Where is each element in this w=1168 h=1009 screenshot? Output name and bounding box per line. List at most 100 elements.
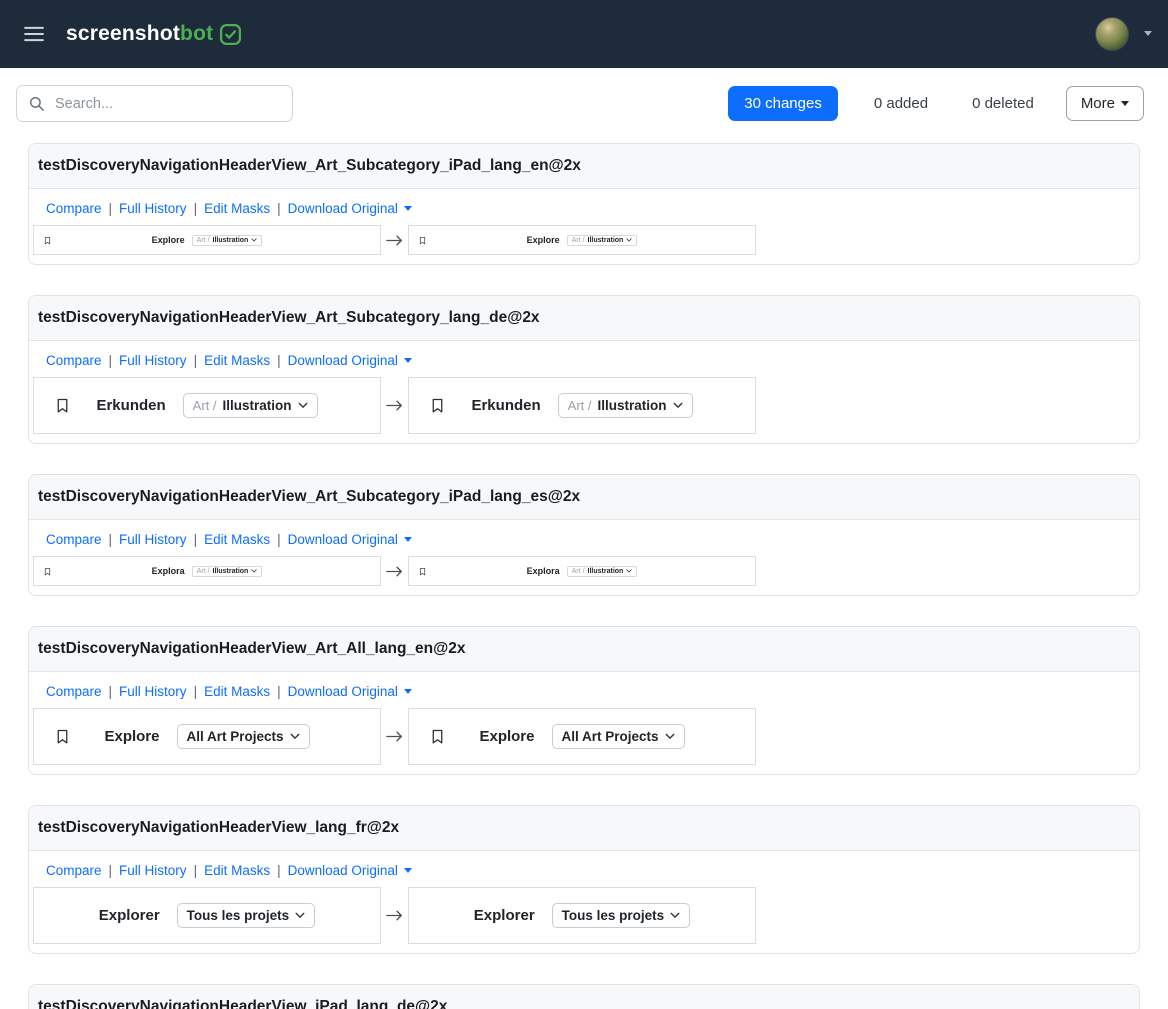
chevron-down-icon xyxy=(626,238,632,242)
bookmark-icon xyxy=(429,728,446,745)
comparison-row: Explorer Tous les projets Explorer Tous … xyxy=(33,887,1122,944)
dropdown-label: All Art Projects xyxy=(187,729,284,744)
download-original-label: Download Original xyxy=(288,863,398,878)
screenshot-after[interactable]: Explora Art / Illustration xyxy=(408,556,756,586)
thumb-content: Erkunden Art / Illustration xyxy=(96,393,317,418)
compare-link[interactable]: Compare xyxy=(46,684,102,699)
bookmark-icon xyxy=(43,567,52,576)
download-original-link[interactable]: Download Original xyxy=(288,863,412,878)
filter-toolbar: 30 changes 0 added 0 deleted More xyxy=(0,68,1168,122)
dropdown-label: Tous les projets xyxy=(562,908,665,923)
user-menu[interactable] xyxy=(1095,17,1152,51)
comparison-row: Erkunden Art / Illustration Erkunden Art… xyxy=(33,377,1122,434)
test-title: testDiscoveryNavigationHeaderView_Art_Su… xyxy=(38,309,1130,327)
dropdown-label: Illustration xyxy=(213,568,249,575)
category-dropdown: Art / Illustration xyxy=(567,235,638,246)
card-header: testDiscoveryNavigationHeaderView_lang_f… xyxy=(29,806,1139,851)
brand-logo[interactable]: screenshotbot xyxy=(66,22,242,46)
chevron-down-icon xyxy=(626,569,632,573)
test-card: testDiscoveryNavigationHeaderView_Art_Al… xyxy=(28,626,1140,775)
download-original-label: Download Original xyxy=(288,532,398,547)
screenshot-before[interactable]: Explorer Tous les projets xyxy=(33,887,381,944)
screenshot-after[interactable]: Erkunden Art / Illustration xyxy=(408,377,756,434)
edit-masks-link[interactable]: Edit Masks xyxy=(204,532,270,547)
avatar[interactable] xyxy=(1095,17,1129,51)
full-history-link[interactable]: Full History xyxy=(119,201,187,216)
card-header: testDiscoveryNavigationHeaderView_Art_Al… xyxy=(29,627,1139,672)
download-original-link[interactable]: Download Original xyxy=(288,201,412,216)
chevron-down-icon xyxy=(290,733,300,740)
full-history-link[interactable]: Full History xyxy=(119,353,187,368)
card-header: testDiscoveryNavigationHeaderView_Art_Su… xyxy=(29,475,1139,520)
separator: | xyxy=(109,201,113,216)
card-header: testDiscoveryNavigationHeaderView_Art_Su… xyxy=(29,144,1139,189)
changes-button[interactable]: 30 changes xyxy=(728,86,838,121)
edit-masks-link[interactable]: Edit Masks xyxy=(204,201,270,216)
thumb-content: Explore Art / Illustration xyxy=(152,235,263,246)
more-label: More xyxy=(1081,95,1115,112)
added-button[interactable]: 0 added xyxy=(866,87,936,120)
category-dropdown: Art / Illustration xyxy=(183,393,318,418)
download-original-link[interactable]: Download Original xyxy=(288,684,412,699)
chevron-down-icon xyxy=(1138,25,1152,43)
download-original-link[interactable]: Download Original xyxy=(288,532,412,547)
brand-text-primary: screenshot xyxy=(66,22,180,46)
compare-link[interactable]: Compare xyxy=(46,201,102,216)
compare-link[interactable]: Compare xyxy=(46,353,102,368)
category-dropdown: All Art Projects xyxy=(552,724,685,749)
compare-link[interactable]: Compare xyxy=(46,532,102,547)
dropdown-label: Tous les projets xyxy=(187,908,290,923)
download-original-label: Download Original xyxy=(288,201,398,216)
more-button[interactable]: More xyxy=(1066,86,1144,121)
search-input[interactable] xyxy=(55,86,292,121)
test-title: testDiscoveryNavigationHeaderView_iPad_l… xyxy=(38,998,1130,1009)
compare-link[interactable]: Compare xyxy=(46,863,102,878)
edit-masks-link[interactable]: Edit Masks xyxy=(204,353,270,368)
chevron-down-icon xyxy=(404,358,412,363)
test-title: testDiscoveryNavigationHeaderView_Art_Su… xyxy=(38,157,1130,175)
thumb-title: Explore xyxy=(152,235,185,245)
screenshotbot-check-icon xyxy=(219,23,242,46)
screenshot-before[interactable]: Explore All Art Projects xyxy=(33,708,381,765)
screenshot-after[interactable]: Explore Art / Illustration xyxy=(408,225,756,255)
deleted-button[interactable]: 0 deleted xyxy=(964,87,1042,120)
full-history-link[interactable]: Full History xyxy=(119,532,187,547)
comparison-row: Explora Art / Illustration Explora Art /… xyxy=(33,556,1122,586)
thumb-title: Explorer xyxy=(99,907,160,924)
separator: | xyxy=(109,532,113,547)
chevron-down-icon xyxy=(404,537,412,542)
thumb-title: Explore xyxy=(104,728,159,745)
bookmark-icon xyxy=(429,397,446,414)
card-actions: Compare | Full History | Edit Masks | Do… xyxy=(46,684,1122,699)
screenshot-before[interactable]: Erkunden Art / Illustration xyxy=(33,377,381,434)
search-group xyxy=(16,85,293,122)
edit-masks-link[interactable]: Edit Masks xyxy=(204,863,270,878)
screenshot-after[interactable]: Explorer Tous les projets xyxy=(408,887,756,944)
dropdown-label: Illustration xyxy=(588,237,624,244)
full-history-link[interactable]: Full History xyxy=(119,684,187,699)
full-history-link[interactable]: Full History xyxy=(119,863,187,878)
screenshot-before[interactable]: Explore Art / Illustration xyxy=(33,225,381,255)
card-actions: Compare | Full History | Edit Masks | Do… xyxy=(46,353,1122,368)
dropdown-prefix: Art / xyxy=(197,237,210,244)
thumb-title: Explora xyxy=(152,566,185,576)
card-actions: Compare | Full History | Edit Masks | Do… xyxy=(46,863,1122,878)
card-actions: Compare | Full History | Edit Masks | Do… xyxy=(46,532,1122,547)
separator: | xyxy=(277,532,281,547)
separator: | xyxy=(194,353,198,368)
search-icon[interactable] xyxy=(17,86,55,121)
card-body: Compare | Full History | Edit Masks | Do… xyxy=(29,520,1139,595)
test-title: testDiscoveryNavigationHeaderView_Art_Al… xyxy=(38,640,1130,658)
separator: | xyxy=(277,863,281,878)
edit-masks-link[interactable]: Edit Masks xyxy=(204,684,270,699)
test-card: testDiscoveryNavigationHeaderView_iPad_l… xyxy=(28,984,1140,1009)
thumb-title: Erkunden xyxy=(471,397,540,414)
screenshot-after[interactable]: Explore All Art Projects xyxy=(408,708,756,765)
separator: | xyxy=(194,532,198,547)
screenshot-before[interactable]: Explora Art / Illustration xyxy=(33,556,381,586)
arrow-right-icon xyxy=(381,565,408,578)
hamburger-menu-icon[interactable] xyxy=(24,26,44,42)
separator: | xyxy=(109,353,113,368)
download-original-link[interactable]: Download Original xyxy=(288,353,412,368)
thumb-title: Erkunden xyxy=(96,397,165,414)
